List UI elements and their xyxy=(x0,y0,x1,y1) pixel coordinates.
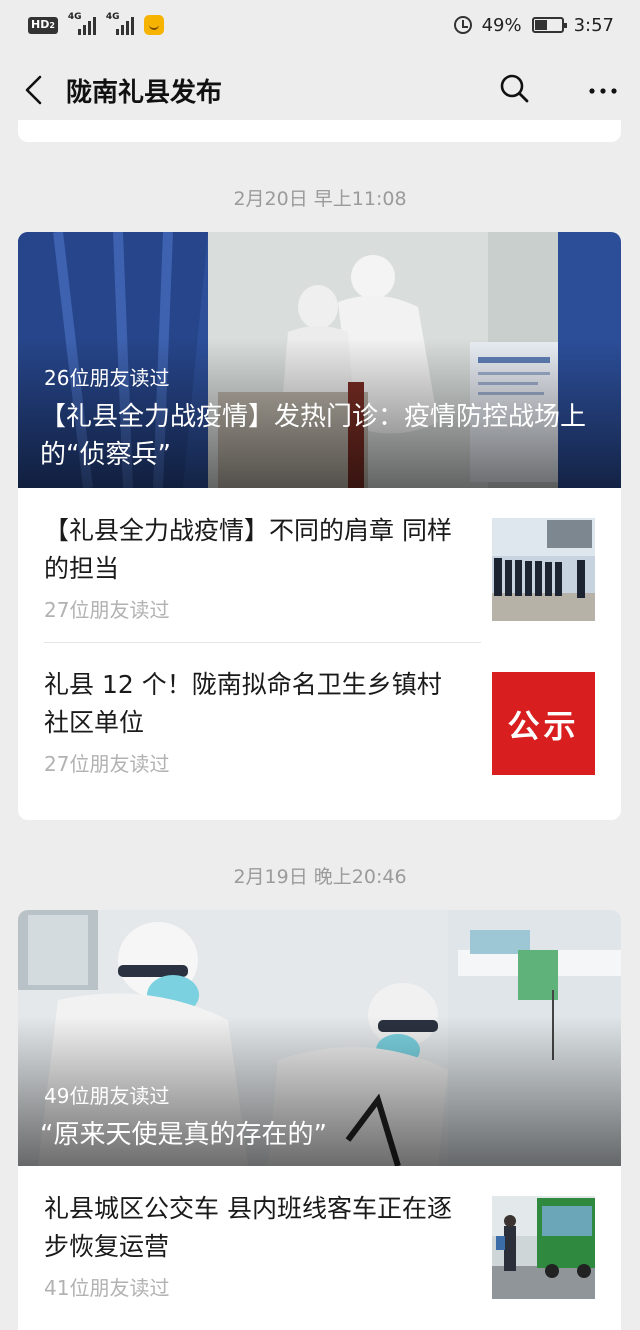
hero-article[interactable]: 26位朋友读过 【礼县全力战疫情】发热门诊：疫情防控战场上的“侦察兵” xyxy=(18,232,621,488)
hd-sub: 2 xyxy=(49,20,55,30)
hero-article[interactable]: 49位朋友读过 “原来天使是真的存在的” xyxy=(18,910,621,1166)
battery-percent: 49% xyxy=(481,14,522,36)
date-label: 2月20日 早上11:08 xyxy=(233,188,407,210)
list-item[interactable]: 礼县城区公交车 县内班线客车正在逐步恢复运营 41位朋友读过 xyxy=(18,1166,621,1320)
status-right: 49% 3:57 xyxy=(453,14,614,36)
announcement-thumbnail: 公示 xyxy=(492,672,595,775)
signal-icon-2: 4G xyxy=(105,12,134,35)
hero-title: 【礼县全力战疫情】发热门诊：疫情防控战场上的“侦察兵” xyxy=(40,402,587,470)
list-item[interactable]: 【礼县全力战疫情】不同的肩章 同样的担当 27位朋友读过 xyxy=(18,488,621,642)
thumbnail-image xyxy=(492,518,595,621)
article-card: 26位朋友读过 【礼县全力战疫情】发热门诊：疫情防控战场上的“侦察兵” 【礼县全… xyxy=(18,232,621,820)
alarm-icon xyxy=(453,16,472,34)
item-title: 礼县 12 个！陇南拟命名卫生乡镇村社区单位 xyxy=(44,670,442,737)
network-type-2: 4G xyxy=(105,12,120,22)
hero-title: “原来天使是真的存在的” xyxy=(40,1120,327,1150)
status-bar: HD2 4G 4G 49% 3:57 xyxy=(0,0,640,50)
list-item[interactable]: 礼县 12 个！陇南拟命名卫生乡镇村社区单位 27位朋友读过 公示 xyxy=(18,642,621,796)
announcement-text: 公示 xyxy=(507,706,580,745)
more-icon[interactable] xyxy=(588,81,618,100)
article-card: 49位朋友读过 “原来天使是真的存在的” 礼县城区公交车 县内班线客车正在逐步恢… xyxy=(18,910,621,1330)
hd-badge: HD2 xyxy=(28,16,58,34)
status-left: HD2 4G 4G xyxy=(28,12,164,35)
previous-card-fragment xyxy=(18,120,621,142)
back-icon[interactable] xyxy=(22,70,52,110)
item-title: 【礼县全力战疫情】不同的肩章 同样的担当 xyxy=(44,516,452,583)
date-label: 2月19日 晚上20:46 xyxy=(233,866,407,888)
battery-icon xyxy=(531,17,567,33)
network-type-1: 4G xyxy=(67,12,82,22)
app-header: 陇南礼县发布 xyxy=(0,50,640,130)
page-title: 陇南礼县发布 xyxy=(66,77,223,108)
item-title: 礼县城区公交车 县内班线客车正在逐步恢复运营 xyxy=(44,1194,452,1261)
hd-label: HD xyxy=(31,17,50,31)
search-icon[interactable] xyxy=(498,72,530,108)
header-actions xyxy=(498,72,618,108)
signal-icon: 4G xyxy=(67,12,96,35)
notification-app-icon xyxy=(143,15,164,35)
read-count: 49位朋友读过 xyxy=(44,1084,170,1108)
thumbnail-image xyxy=(492,1196,595,1299)
clock-time: 3:57 xyxy=(573,14,614,36)
read-count: 26位朋友读过 xyxy=(44,366,170,390)
